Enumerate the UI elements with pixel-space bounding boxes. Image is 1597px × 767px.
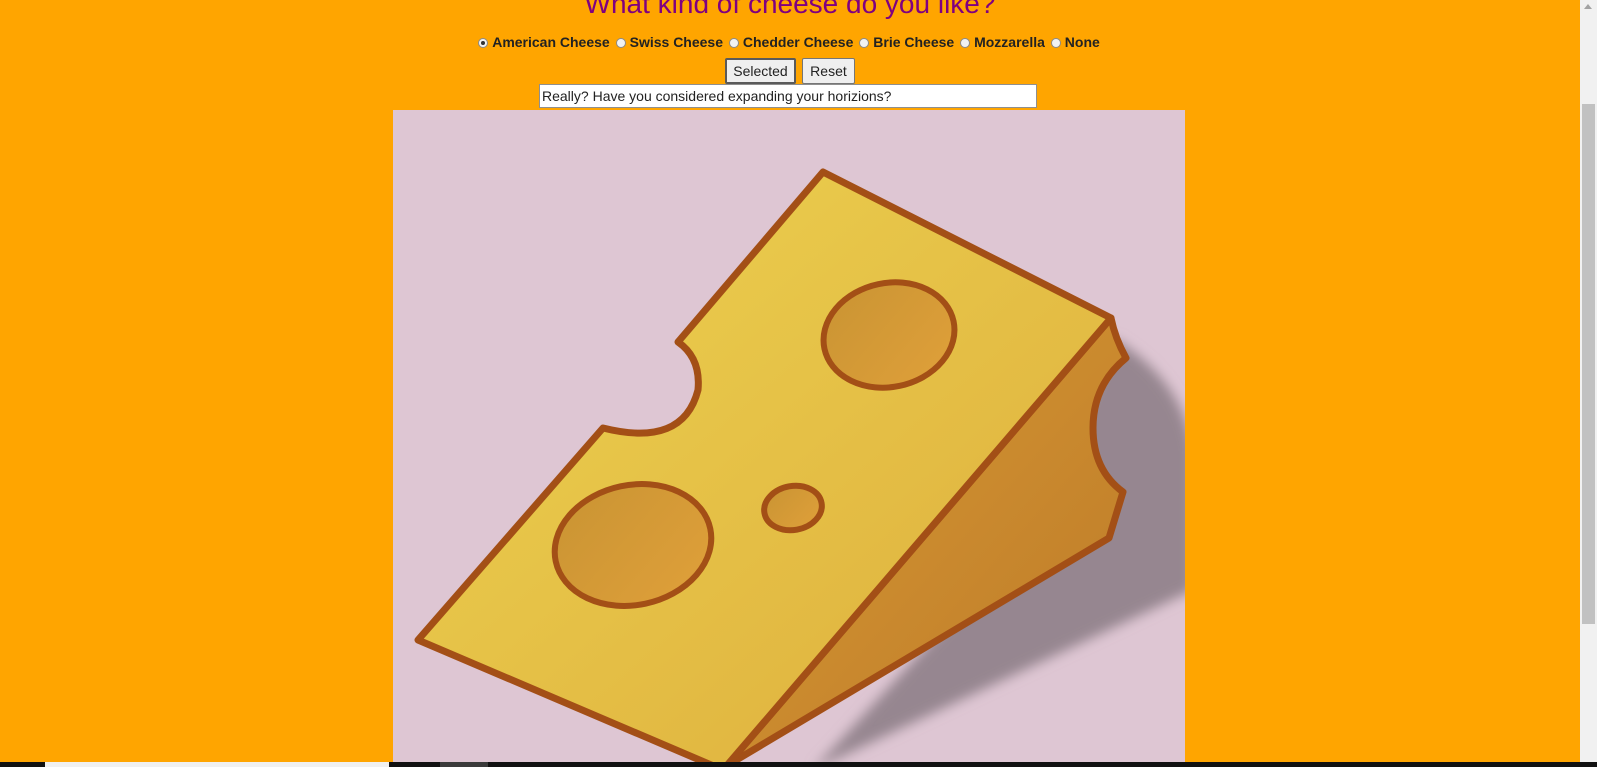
- radio-swiss-cheese[interactable]: [615, 38, 626, 49]
- page-content: What kind of cheese do you like? America…: [0, 0, 1580, 762]
- result-text-field[interactable]: Really? Have you considered expanding yo…: [539, 84, 1037, 108]
- taskbar-active-window[interactable]: [45, 762, 389, 767]
- option-label: Swiss Cheese: [629, 34, 723, 51]
- radio-american-cheese[interactable]: [478, 38, 489, 49]
- scrollbar-thumb[interactable]: [1582, 104, 1595, 624]
- option-label: Mozzarella: [974, 34, 1045, 51]
- option-label: None: [1064, 34, 1100, 51]
- browser-page: What kind of cheese do you like? America…: [0, 0, 1597, 767]
- option-mozzarella[interactable]: Mozzarella: [960, 34, 1045, 50]
- option-chedder-cheese[interactable]: Chedder Cheese: [728, 34, 854, 51]
- button-row: Selected Reset: [0, 58, 1580, 84]
- cheese-illustration: [414, 168, 1185, 762]
- scroll-up-icon[interactable]: [1584, 4, 1592, 9]
- option-swiss-cheese[interactable]: Swiss Cheese: [615, 34, 723, 51]
- selected-button[interactable]: Selected: [725, 58, 796, 84]
- option-label: American Cheese: [492, 34, 610, 51]
- option-label: Brie Cheese: [873, 34, 955, 51]
- vertical-scrollbar[interactable]: [1580, 0, 1597, 762]
- radio-mozzarella[interactable]: [960, 38, 971, 49]
- taskbar-item[interactable]: [440, 762, 488, 767]
- taskbar: [0, 762, 1597, 767]
- radio-chedder-cheese[interactable]: [728, 38, 739, 49]
- radio-none[interactable]: [1050, 38, 1061, 49]
- radio-brie-cheese[interactable]: [859, 38, 870, 49]
- cheese-image: [393, 110, 1185, 762]
- reset-button[interactable]: Reset: [802, 58, 855, 84]
- cheese-options: American Cheese Swiss Cheese Chedder Che…: [0, 33, 1580, 50]
- page-title: What kind of cheese do you like?: [584, 0, 996, 19]
- option-label: Chedder Cheese: [742, 34, 854, 51]
- option-american-cheese[interactable]: American Cheese: [478, 34, 610, 50]
- option-brie-cheese[interactable]: Brie Cheese: [859, 34, 954, 50]
- option-none[interactable]: None: [1050, 34, 1100, 51]
